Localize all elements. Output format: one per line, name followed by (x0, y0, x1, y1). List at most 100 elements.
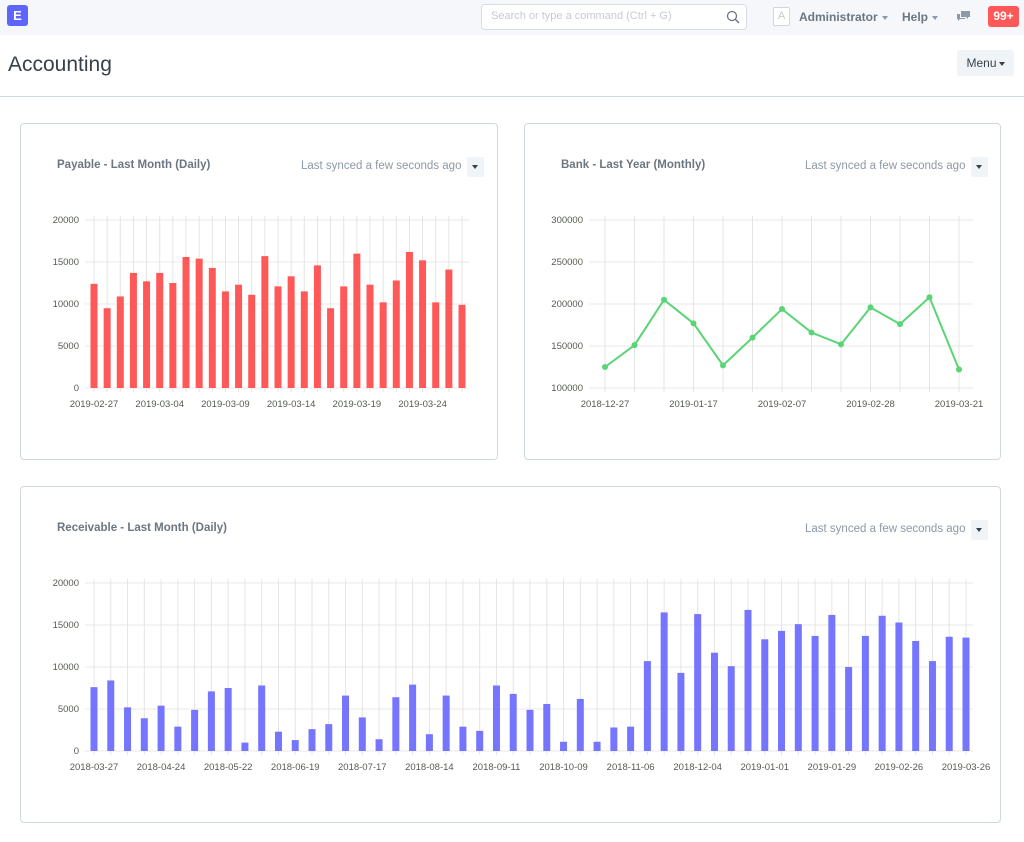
bar (208, 267, 216, 388)
receivable-bar-chart: 0 5000 10000 15000 20000 2018-03-27 2018-04-24… (53, 578, 991, 773)
bar (129, 272, 137, 388)
user-dropdown-label: Administrator (799, 10, 878, 24)
bar (124, 707, 132, 751)
data-point (838, 341, 844, 348)
x-tick-label: 2019-03-09 (201, 399, 250, 410)
y-tick-label: 250000 (551, 257, 583, 268)
bar (235, 284, 243, 388)
bar (300, 291, 308, 388)
search-input[interactable] (491, 10, 721, 22)
bar (861, 635, 869, 751)
caret-down-icon (881, 15, 888, 20)
chat-icon[interactable] (956, 10, 971, 23)
app-logo[interactable]: E (7, 5, 28, 26)
x-tick-label: 2018-10-09 (539, 762, 588, 773)
data-point (661, 296, 667, 303)
bar (195, 258, 203, 388)
bar (576, 698, 584, 751)
payable-chart-card: Payable - Last Month (Daily) Last synced… (20, 123, 498, 460)
bar (392, 697, 400, 751)
awesome-bar[interactable] (481, 4, 747, 30)
page-title: Accounting (8, 53, 112, 76)
x-tick-label: 2019-02-07 (758, 399, 807, 410)
data-point (749, 334, 756, 341)
bar (157, 705, 165, 751)
x-tick-label: 2019-03-26 (942, 762, 991, 773)
bar (327, 308, 335, 388)
bar (308, 729, 316, 751)
x-tick-label: 2018-12-04 (673, 762, 722, 773)
bar (459, 726, 467, 751)
bar (445, 269, 453, 388)
x-tick-label: 2019-01-01 (740, 762, 789, 773)
bar (274, 286, 282, 388)
bar (677, 672, 685, 751)
bar (107, 680, 115, 751)
x-tick-label: 2019-01-17 (669, 399, 718, 410)
x-tick-label: 2018-08-14 (405, 762, 454, 773)
data-point (956, 366, 962, 373)
bar (419, 260, 427, 388)
menu-button-label: Menu (966, 56, 997, 70)
search-icon[interactable] (726, 10, 740, 24)
bar (593, 741, 601, 751)
y-tick-label: 10000 (53, 299, 79, 310)
data-point (602, 364, 608, 370)
x-tick-label: 2019-02-26 (875, 762, 924, 773)
bar (140, 718, 148, 751)
bar (248, 294, 256, 388)
bar (660, 612, 668, 751)
bar (287, 276, 295, 388)
data-point (897, 321, 903, 328)
bar (224, 688, 232, 751)
bar (476, 730, 484, 751)
data-point (808, 329, 815, 336)
bar (811, 635, 819, 751)
y-tick-label: 150000 (551, 341, 583, 352)
bar (560, 741, 568, 751)
bar (340, 286, 348, 388)
x-tick-label: 2019-03-14 (267, 399, 316, 410)
bar (643, 661, 651, 751)
bar (169, 283, 177, 388)
bar (878, 615, 886, 751)
bar (375, 739, 383, 751)
x-tick-label: 2018-03-27 (70, 762, 119, 773)
receivable-chart-card: Receivable - Last Month (Daily) Last syn… (20, 486, 1001, 823)
bar (509, 693, 517, 751)
page-head: Accounting Menu (0, 35, 1024, 97)
bar (291, 740, 299, 751)
y-tick-label: 5000 (58, 704, 79, 715)
bar (492, 685, 500, 751)
x-tick-label: 2019-02-28 (846, 399, 895, 410)
bar (313, 265, 321, 388)
data-point (926, 294, 933, 301)
user-dropdown[interactable]: Administrator (799, 10, 888, 24)
user-avatar[interactable]: A (773, 7, 790, 26)
bar (103, 308, 111, 388)
bar (526, 709, 534, 751)
data-point (690, 320, 697, 327)
bar (744, 609, 752, 751)
y-tick-label: 100000 (551, 383, 583, 394)
bar (425, 734, 433, 751)
bar (116, 296, 124, 388)
y-tick-label: 10000 (53, 662, 79, 673)
data-point (867, 304, 874, 311)
y-tick-label: 15000 (53, 257, 79, 268)
x-tick-label: 2018-07-17 (338, 762, 387, 773)
bar (409, 684, 417, 751)
notification-badge[interactable]: 99+ (988, 6, 1019, 27)
payable-bar-chart: 0 5000 10000 15000 20000 2019-02-27 2019-03-04… (53, 215, 469, 410)
data-point (779, 306, 785, 313)
bar (358, 717, 366, 751)
menu-button[interactable]: Menu (957, 50, 1014, 76)
bar (90, 283, 98, 388)
bar (392, 280, 400, 388)
bar (912, 640, 920, 751)
bar (156, 272, 164, 388)
help-dropdown[interactable]: Help (902, 10, 939, 24)
y-tick-label: 0 (74, 746, 79, 757)
bar (182, 256, 190, 388)
y-tick-label: 300000 (551, 215, 583, 226)
